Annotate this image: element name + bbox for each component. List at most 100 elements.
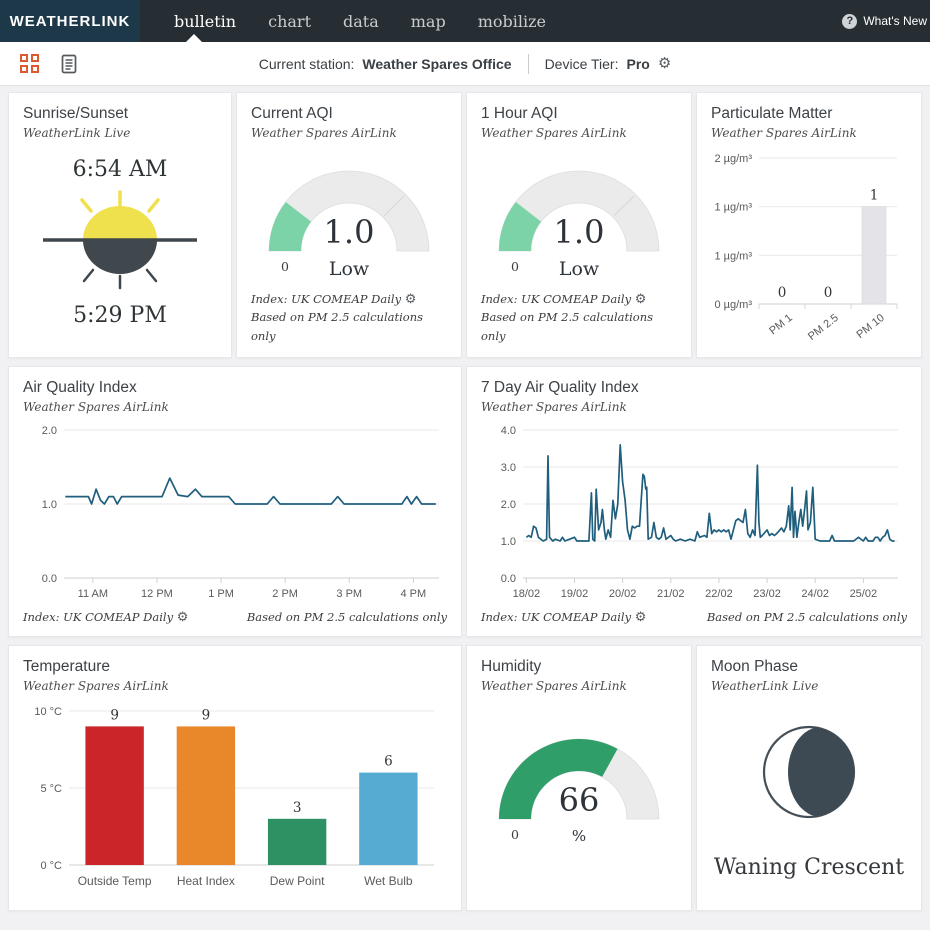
tab-data[interactable]: data [327, 12, 395, 31]
svg-text:2.0: 2.0 [500, 499, 515, 511]
svg-text:6: 6 [384, 754, 393, 770]
tab-bulletin[interactable]: bulletin [158, 12, 252, 31]
bulletin-grid: Sunrise/Sunset WeatherLink Live 6:54 AM … [0, 86, 930, 911]
svg-text:0: 0 [281, 259, 289, 274]
card-subtitle: WeatherLink Live [711, 679, 907, 693]
card-7day-air-quality-index: 7 Day Air Quality Index Weather Spares A… [466, 366, 922, 637]
card-title: Moon Phase [711, 658, 907, 676]
svg-text:Wet Bulb: Wet Bulb [364, 874, 413, 888]
humidity-gauge[interactable]: 66% 0 [481, 693, 677, 898]
svg-text:Low: Low [559, 258, 600, 280]
svg-text:20/02: 20/02 [608, 588, 636, 600]
svg-text:Dew Point: Dew Point [270, 874, 325, 888]
svg-text:2 PM: 2 PM [272, 588, 298, 600]
top-navbar: WEATHERLINK bulletin chart data map mobi… [0, 0, 930, 42]
card-subtitle: Weather Spares AirLink [481, 400, 907, 414]
current-station-name: Weather Spares Office [362, 56, 511, 72]
moon-phase-name: Waning Crescent [714, 855, 904, 880]
svg-text:12 PM: 12 PM [141, 588, 173, 600]
station-bar: Current station: Weather Spares Office D… [0, 42, 930, 86]
svg-text:1.0: 1.0 [324, 213, 375, 251]
svg-text:3 PM: 3 PM [336, 588, 362, 600]
sunrise-time: 6:54 AM [73, 157, 168, 182]
tab-chart[interactable]: chart [252, 12, 327, 31]
svg-text:Low: Low [329, 258, 370, 280]
svg-text:22/02: 22/02 [705, 588, 733, 600]
current-aqi-gauge[interactable]: 1.0 Low 0 [251, 140, 447, 290]
card-subtitle: Weather Spares AirLink [23, 679, 447, 693]
card-title: Current AQI [251, 105, 447, 123]
card-subtitle: Weather Spares AirLink [251, 126, 447, 140]
grid-view-icon[interactable] [20, 54, 39, 73]
svg-text:2.0: 2.0 [41, 425, 56, 437]
svg-text:0: 0 [824, 285, 833, 301]
aqi-index-footer: Index: UK COMEAP Daily ⚙ [481, 608, 646, 626]
svg-text:24/02: 24/02 [801, 588, 829, 600]
index-gear-icon[interactable]: ⚙ [177, 610, 189, 625]
aqi-note-footer: Based on PM 2.5 calculations only [251, 308, 447, 345]
svg-text:0: 0 [778, 285, 787, 301]
card-particulate-matter: Particulate Matter Weather Spares AirLin… [696, 92, 922, 358]
temperature-chart[interactable]: 0 °C5 °C10 °C9Outside Temp9Heat Index3De… [23, 701, 447, 898]
list-view-icon[interactable] [61, 54, 77, 74]
aqi-line-chart[interactable]: 0.01.02.011 AM12 PM1 PM2 PM3 PM4 PM [23, 422, 447, 608]
svg-text:%: % [572, 827, 586, 845]
svg-text:0 µg/m³: 0 µg/m³ [714, 299, 752, 311]
svg-text:3: 3 [293, 800, 302, 816]
moon-phase-icon [749, 712, 869, 837]
whats-new-label: What's New [863, 14, 927, 28]
svg-text:5 °C: 5 °C [40, 783, 62, 795]
index-gear-icon[interactable]: ⚙ [635, 292, 647, 307]
svg-text:0: 0 [511, 259, 519, 274]
card-title: Particulate Matter [711, 105, 907, 123]
sunrise-sunset-icon [35, 186, 205, 299]
card-air-quality-index: Air Quality Index Weather Spares AirLink… [8, 366, 462, 637]
aqi-note-footer: Based on PM 2.5 calculations only [247, 608, 447, 626]
device-tier-value: Pro [626, 56, 649, 72]
particulate-matter-chart[interactable]: 0 µg/m³1 µg/m³1 µg/m³2 µg/m³0PM 10PM 2.5… [711, 148, 907, 348]
card-temperature: Temperature Weather Spares AirLink 0 °C 5… [8, 645, 462, 911]
one-hour-aqi-gauge[interactable]: 1.0Low0 [481, 140, 677, 290]
card-subtitle: Weather Spares AirLink [23, 400, 447, 414]
aqi-index-footer: Index: UK COMEAP Daily ⚙ [23, 608, 188, 626]
svg-text:0: 0 [511, 827, 519, 842]
svg-text:4 PM: 4 PM [400, 588, 426, 600]
svg-text:1 PM: 1 PM [208, 588, 234, 600]
svg-text:3.0: 3.0 [500, 462, 515, 474]
card-moon-phase: Moon Phase WeatherLink Live Waning Cresc… [696, 645, 922, 911]
main-nav: bulletin chart data map mobilize [140, 0, 562, 42]
svg-text:11 AM: 11 AM [77, 588, 107, 600]
svg-text:PM 1: PM 1 [767, 312, 795, 337]
svg-text:1 µg/m³: 1 µg/m³ [714, 202, 752, 214]
index-gear-icon[interactable]: ⚙ [405, 292, 417, 307]
aqi-index-footer: Index: UK COMEAP Daily ⚙ [251, 290, 447, 308]
card-title: Sunrise/Sunset [23, 105, 217, 123]
tab-mobilize[interactable]: mobilize [462, 12, 562, 31]
card-subtitle: WeatherLink Live [23, 126, 217, 140]
svg-text:66: 66 [559, 781, 600, 819]
sunset-time: 5:29 PM [73, 303, 167, 328]
card-current-aqi: Current AQI Weather Spares AirLink 1.0 Lo… [236, 92, 462, 358]
weatherlink-logo[interactable]: WEATHERLINK [0, 0, 140, 42]
aqi-7day-chart[interactable]: 0.01.02.03.04.018/0219/0220/0221/0222/02… [481, 422, 907, 608]
svg-text:18/02: 18/02 [512, 588, 540, 600]
svg-text:1.0: 1.0 [500, 536, 515, 548]
svg-text:0 °C: 0 °C [40, 860, 62, 872]
tab-map[interactable]: map [395, 12, 462, 31]
device-tier-gear-icon[interactable]: ⚙ [658, 56, 671, 71]
card-humidity: Humidity Weather Spares AirLink 66%0 [466, 645, 692, 911]
svg-text:10 °C: 10 °C [34, 706, 62, 718]
current-station-label: Current station: [259, 56, 355, 72]
card-subtitle: Weather Spares AirLink [481, 679, 677, 693]
card-subtitle: Weather Spares AirLink [711, 126, 907, 140]
active-tab-caret [186, 34, 202, 42]
card-title: 7 Day Air Quality Index [481, 379, 907, 397]
svg-text:0.0: 0.0 [41, 573, 56, 585]
card-title: 1 Hour AQI [481, 105, 677, 123]
svg-text:9: 9 [110, 707, 119, 723]
index-gear-icon[interactable]: ⚙ [635, 610, 647, 625]
svg-text:4.0: 4.0 [500, 425, 515, 437]
card-title: Temperature [23, 658, 447, 676]
svg-text:21/02: 21/02 [657, 588, 685, 600]
whats-new-link[interactable]: ? What's New [842, 0, 927, 42]
